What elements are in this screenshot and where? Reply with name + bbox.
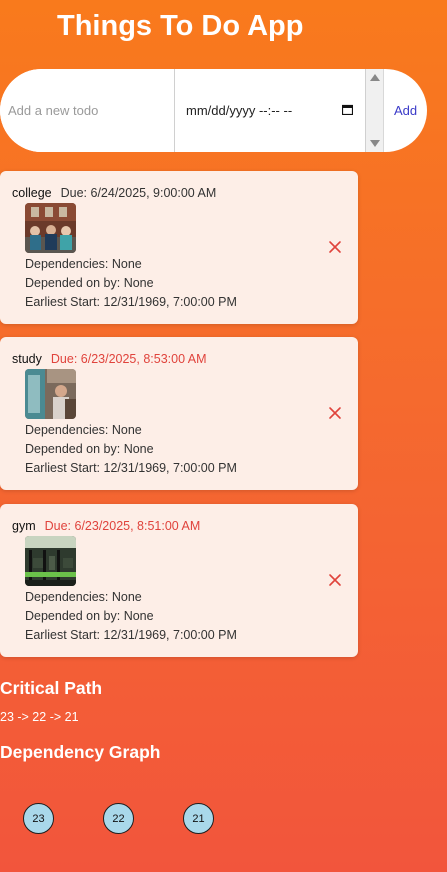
app-title: Things To Do App [57, 10, 304, 42]
todo-depended-on-by: Depended on by: None [25, 609, 154, 623]
calendar-icon[interactable] [342, 104, 353, 115]
todo-due: Due: 6/24/2025, 9:00:00 AM [60, 186, 217, 200]
todo-card: gym Due: 6/23/2025, 8:51:00 AM Dependenci… [0, 504, 358, 657]
todo-input[interactable] [0, 69, 175, 152]
delete-icon[interactable] [327, 239, 343, 255]
todo-image [25, 536, 76, 586]
date-placeholder: mm/dd/yyyy --:-- -- [186, 103, 293, 118]
todo-dependencies: Dependencies: None [25, 257, 142, 271]
spinner-up-icon[interactable] [370, 74, 380, 81]
todo-title: college [12, 186, 52, 200]
todo-dependencies: Dependencies: None [25, 590, 142, 604]
add-button[interactable]: Add [384, 103, 417, 118]
todo-image [25, 369, 76, 419]
todo-due: Due: 6/23/2025, 8:51:00 AM [44, 519, 201, 533]
todo-due: Due: 6/23/2025, 8:53:00 AM [50, 352, 207, 366]
spinner-down-icon[interactable] [370, 140, 380, 147]
todo-depended-on-by: Depended on by: None [25, 276, 154, 290]
graph-node[interactable]: 22 [103, 803, 134, 834]
todo-earliest-start: Earliest Start: 12/31/1969, 7:00:00 PM [25, 628, 237, 642]
due-date-input[interactable]: mm/dd/yyyy --:-- -- [175, 69, 366, 152]
todo-title: study [12, 352, 42, 366]
graph-node[interactable]: 21 [183, 803, 214, 834]
delete-icon[interactable] [327, 405, 343, 421]
todo-image [25, 203, 76, 253]
delete-icon[interactable] [327, 572, 343, 588]
todo-earliest-start: Earliest Start: 12/31/1969, 7:00:00 PM [25, 461, 237, 475]
dependency-graph-title: Dependency Graph [0, 742, 161, 762]
add-todo-form: mm/dd/yyyy --:-- -- Add [0, 69, 427, 152]
todo-depended-on-by: Depended on by: None [25, 442, 154, 456]
critical-path-value: 23 -> 22 -> 21 [0, 710, 79, 724]
critical-path-title: Critical Path [0, 678, 103, 698]
graph-node[interactable]: 23 [23, 803, 54, 834]
todo-earliest-start: Earliest Start: 12/31/1969, 7:00:00 PM [25, 295, 237, 309]
todo-card: study Due: 6/23/2025, 8:53:00 AM Dependen… [0, 337, 358, 490]
todo-dependencies: Dependencies: None [25, 423, 142, 437]
dependency-spinner[interactable] [366, 69, 384, 152]
todo-card: college Due: 6/24/2025, 9:00:00 AM Depend… [0, 171, 358, 324]
todo-title: gym [12, 519, 36, 533]
